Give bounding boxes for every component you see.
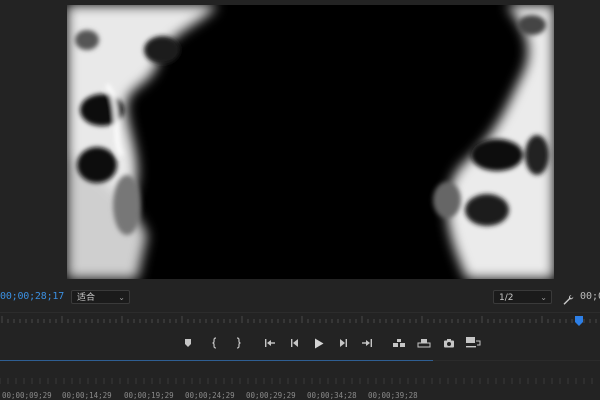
current-timecode[interactable]: 00;00;28;17	[0, 291, 64, 302]
settings-wrench-icon[interactable]	[562, 291, 574, 305]
timeline-ruler-label: 00;00;39;28	[368, 391, 418, 400]
step-back-icon	[291, 339, 298, 347]
chevron-down-icon: ⌄	[118, 293, 125, 302]
play-button[interactable]	[309, 333, 329, 353]
timeline-work-area-bar	[0, 360, 433, 361]
mark-out-button[interactable]	[228, 333, 248, 353]
camera-icon	[444, 339, 454, 348]
step-forward-icon	[340, 339, 347, 347]
mark-in-button[interactable]	[205, 333, 225, 353]
timeline-ruler-label: 00;00;34;28	[307, 391, 357, 400]
monitor-time-ruler[interactable]	[0, 312, 600, 325]
transport-controls	[0, 330, 600, 356]
insert-button[interactable]	[389, 333, 409, 353]
program-monitor: 00;00;28;17 适合 ⌄ 1/2 ⌄ 00;0	[0, 0, 600, 305]
timeline-ruler[interactable]: 00;00;09;29 00;00;14;29 00;00;19;29 00;0…	[0, 362, 600, 400]
mark-in-icon	[212, 337, 217, 349]
export-frame-button[interactable]	[439, 333, 459, 353]
timeline-ruler-label: 00;00;09;29	[2, 391, 52, 400]
button-editor-icon	[466, 337, 481, 348]
mark-out-icon	[236, 337, 241, 349]
play-icon	[315, 338, 324, 348]
fit-zoom-select[interactable]: 适合 ⌄	[71, 290, 130, 304]
timeline-ruler-label: 00;00;19;29	[124, 391, 174, 400]
chevron-down-icon: ⌄	[540, 293, 547, 302]
insert-icon	[393, 339, 405, 347]
go-to-in-button[interactable]	[260, 333, 280, 353]
go-to-out-button[interactable]	[357, 333, 377, 353]
step-back-button[interactable]	[285, 333, 305, 353]
playback-resolution-value: 1/2	[499, 293, 514, 303]
timeline-ruler-label: 00;00;14;29	[62, 391, 112, 400]
overwrite-icon	[417, 339, 431, 348]
go-to-out-icon	[362, 339, 372, 347]
marker-icon	[185, 339, 191, 347]
video-preview-frame[interactable]	[67, 5, 554, 279]
timeline-ruler-label: 00;00;24;29	[185, 391, 235, 400]
button-editor-button[interactable]	[463, 333, 483, 353]
overwrite-button[interactable]	[414, 333, 434, 353]
step-forward-button[interactable]	[333, 333, 353, 353]
playhead-icon[interactable]	[574, 311, 584, 326]
timeline-divider	[433, 360, 600, 361]
go-to-in-icon	[265, 339, 275, 347]
fit-zoom-value: 适合	[77, 293, 96, 303]
timeline-ruler-label: 00;00;29;29	[246, 391, 296, 400]
playback-resolution-select[interactable]: 1/2 ⌄	[493, 290, 552, 304]
duration-timecode: 00;0	[580, 291, 600, 302]
add-marker-button[interactable]	[178, 333, 198, 353]
